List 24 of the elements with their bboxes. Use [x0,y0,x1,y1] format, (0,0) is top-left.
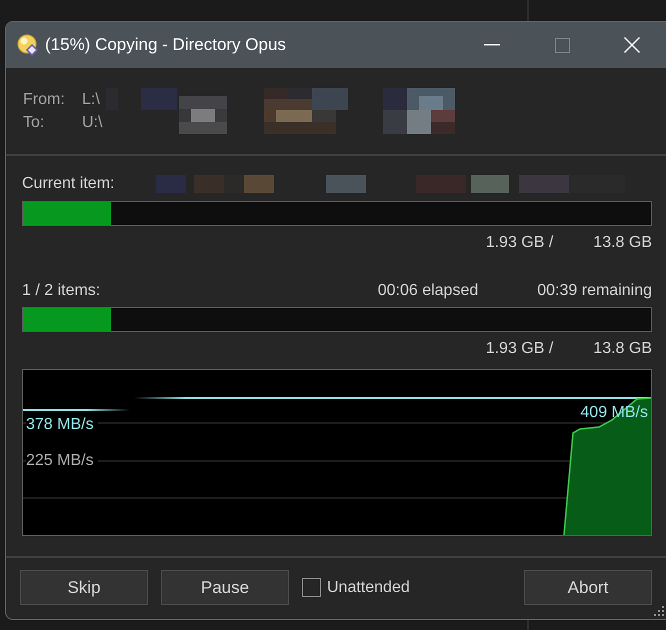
minimize-icon [484,44,500,46]
maximize-icon [554,38,570,52]
transferred-size: 1.93 GB / [486,339,554,359]
pause-button[interactable]: Pause [161,570,289,605]
total-size: 13.8 GB [593,339,652,359]
transferred-size: 1.93 GB / [486,233,554,253]
checkbox-label: Unattended [327,578,410,598]
close-icon [624,37,640,53]
abort-button[interactable]: Abort [524,570,652,605]
checkbox[interactable] [302,578,321,597]
elapsed-time: 00:06 elapsed [378,281,478,301]
skip-button[interactable]: Skip [20,570,148,605]
current-speed-label: 409 MB/s [580,404,648,422]
path-value: L:\ [82,90,101,110]
path-label: To: [23,113,46,133]
path-label: From: [23,90,66,110]
app-icon [17,34,39,56]
window-title: (15%) Copying - Directory Opus [45,35,286,55]
total-size: 13.8 GB [593,233,652,253]
resize-grip-icon[interactable] [654,606,665,617]
remaining-time: 00:39 remaining [537,281,652,301]
items-count: 1 / 2 items: [22,281,100,301]
current-item-label: Current item: [22,174,114,194]
path-value: U:\ [82,113,102,133]
